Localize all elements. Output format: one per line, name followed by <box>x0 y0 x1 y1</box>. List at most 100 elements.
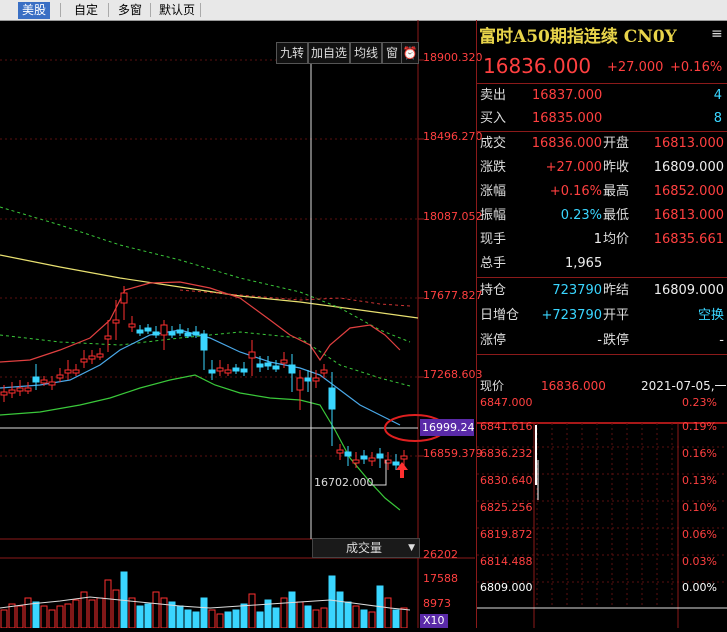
candle-body <box>264 362 272 367</box>
tab-default-page[interactable]: 默认页 <box>155 2 199 19</box>
stat-value: +27.000 <box>545 160 602 175</box>
stat-label: 现手 <box>480 232 507 247</box>
candlestick-chart[interactable] <box>0 20 475 629</box>
mini-chart-price-label: 6830.640 <box>480 474 533 487</box>
stat-label: 持仓 <box>480 283 507 298</box>
tab-divider <box>108 3 109 17</box>
candle-body <box>376 453 384 459</box>
candle-body <box>200 333 208 351</box>
reminder-icon[interactable]: ⏰ <box>401 42 419 64</box>
volume-bar <box>24 597 32 629</box>
price-axis-label: 18900.320 <box>423 51 483 64</box>
bollinger-upper <box>0 281 401 363</box>
volume-bar <box>352 605 360 629</box>
ask-label: 卖出 <box>480 88 507 103</box>
volume-bar <box>392 609 400 629</box>
candle-body <box>56 374 64 379</box>
crosshair-price-label: 16999.24 <box>420 419 474 436</box>
candle-body <box>144 327 152 332</box>
tab-custom[interactable]: 自定 <box>70 2 102 19</box>
price-axis-label: 17268.603 <box>423 368 483 381</box>
volume-bars <box>0 571 408 629</box>
candle-body <box>288 364 296 374</box>
volume-bar <box>104 579 112 629</box>
candle-body <box>88 355 96 360</box>
current-price-label: 现价 <box>480 379 505 393</box>
price-axis-label: 18496.270 <box>423 130 483 143</box>
candle-body <box>152 331 160 336</box>
bid-price: 16835.000 <box>532 111 603 126</box>
tab-us-stocks[interactable]: 美股 <box>18 2 51 19</box>
stat-label: 最高 <box>603 184 630 199</box>
price-change-percent: +0.16% <box>670 60 723 75</box>
price-axis-label: 16859.379 <box>423 447 483 460</box>
candle-body <box>8 389 16 394</box>
price-change: +27.000 <box>607 60 664 75</box>
instrument-title: 富时A50期指连续 CN0Y <box>479 27 677 47</box>
nine-turn-button[interactable]: 九转 <box>276 42 308 64</box>
indicator-select[interactable]: 成交量 ▼ <box>312 538 420 558</box>
stat-label: 跌停 <box>603 333 630 348</box>
stat-value: 16835.661 <box>653 232 724 247</box>
mini-chart-price-label: 6814.488 <box>480 555 533 568</box>
stat-label: 振幅 <box>480 208 507 223</box>
indicator-label: 成交量 <box>346 541 383 555</box>
candle-body <box>0 391 8 396</box>
stat-row: 涨停 - 跌停 - <box>477 329 727 352</box>
candle-body <box>80 358 88 363</box>
candle-body <box>72 369 80 374</box>
moving-average-button[interactable]: 均线 <box>350 42 382 64</box>
candle-body <box>16 387 24 392</box>
volume-bar <box>48 609 56 629</box>
stat-row: 总手 1,965 <box>477 252 727 275</box>
stat-row: 振幅 0.23% 最低 16813.000 <box>477 204 727 227</box>
tab-multi-window[interactable]: 多窗 <box>114 2 146 19</box>
candle-body <box>280 359 288 364</box>
tab-strip: 美股 自定 多窗 默认页 <box>0 0 727 21</box>
candle-body <box>304 377 312 382</box>
volume-bar <box>184 609 192 629</box>
candle-body <box>192 331 200 336</box>
divider <box>477 277 727 278</box>
current-price-value: 16836.000 <box>541 379 606 393</box>
stat-label: 开平 <box>603 308 630 323</box>
ma-line-long <box>0 254 419 319</box>
candle-body <box>312 377 320 382</box>
stat-value: 16809.000 <box>653 283 724 298</box>
volume-bar <box>272 607 280 629</box>
stat-value: 0.23% <box>560 208 602 223</box>
volume-bar <box>256 611 264 629</box>
volume-bar <box>128 597 136 629</box>
stat-label: 涨停 <box>480 333 507 348</box>
stat-value: - <box>597 333 602 348</box>
candle-body <box>104 335 112 340</box>
volume-bar <box>344 601 352 629</box>
add-watchlist-button[interactable]: 加自选 <box>308 42 350 64</box>
candle-body <box>392 461 400 466</box>
volume-bar <box>0 609 8 629</box>
window-button[interactable]: 窗 <box>382 42 402 64</box>
quote-panel: 富时A50期指连续 CN0Y ≡ 16836.000 +27.000 +0.16… <box>476 20 727 628</box>
candle-body <box>24 387 32 392</box>
mini-chart-price-label: 6809.000 <box>480 581 533 594</box>
volume-bar <box>88 599 96 629</box>
volume-unit-badge: X10 <box>420 614 448 628</box>
chevron-down-icon: ▼ <box>408 543 415 553</box>
mini-chart-price-label: 6836.232 <box>480 447 533 460</box>
quote-date: 2021-07-05,一 <box>641 379 727 393</box>
candle-body <box>160 324 168 336</box>
stat-label: 均价 <box>603 232 630 247</box>
mini-chart-percent-label: 0.06% <box>682 528 717 541</box>
mini-chart-percent-label: 0.00% <box>682 581 717 594</box>
stat-value: +723790 <box>541 308 602 323</box>
stat-label: 成交 <box>480 136 507 151</box>
candlestick-chart-area[interactable]: 九转 加自选 均线 窗 ⏰ 18900.320 18496.270 18087.… <box>0 20 483 629</box>
candle-body <box>120 292 128 304</box>
candle-body <box>360 455 368 460</box>
volume-bar <box>248 593 256 629</box>
volume-bar <box>16 605 24 629</box>
stat-label: 日增仓 <box>480 308 520 323</box>
candle-body <box>232 367 240 372</box>
bollinger-lower <box>0 374 401 511</box>
menu-icon[interactable]: ≡ <box>711 26 723 42</box>
